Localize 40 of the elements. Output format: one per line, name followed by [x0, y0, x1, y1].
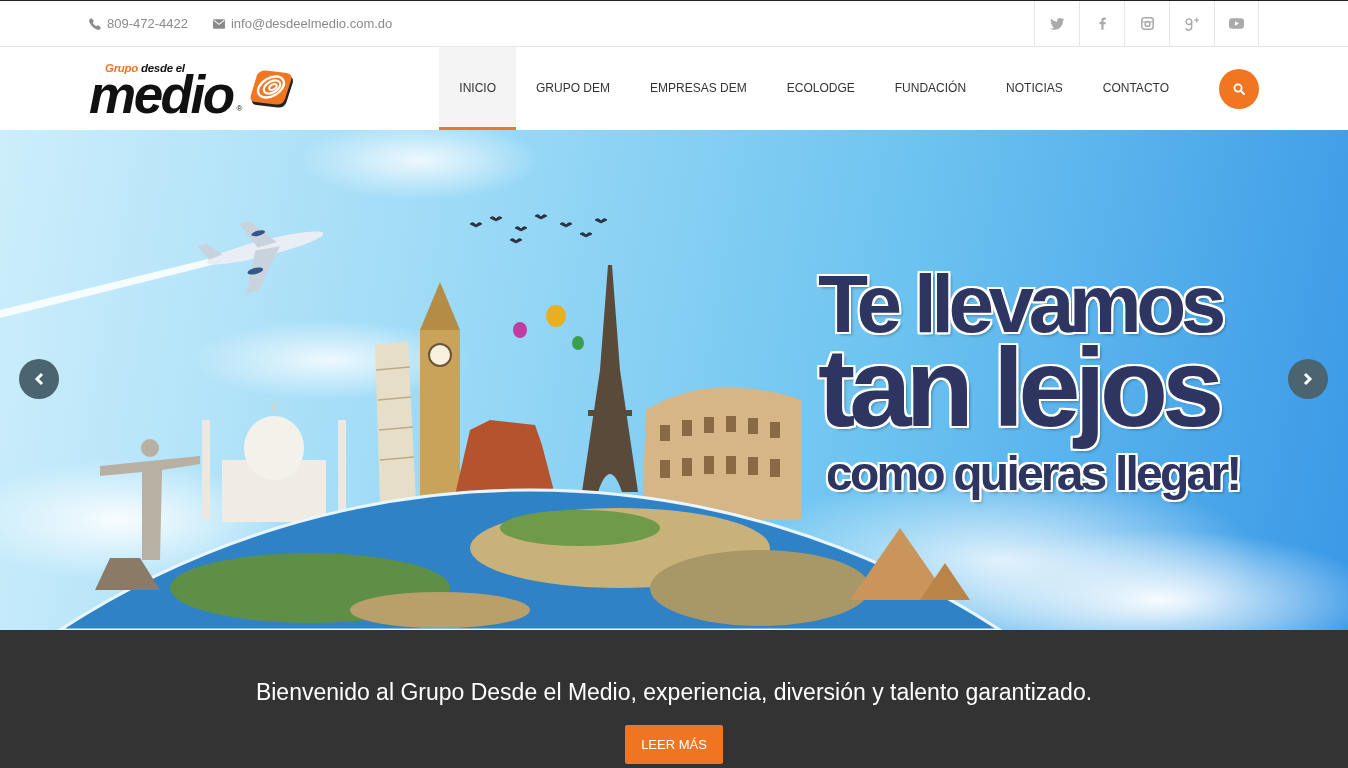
bird-icon [514, 226, 528, 232]
nav-link[interactable]: CONTACTO [1082, 47, 1189, 130]
nav-link[interactable]: FUNDACIÓN [874, 47, 987, 130]
logo-text: Grupo [105, 62, 138, 74]
welcome-message: Bienvenido al Grupo Desde el Medio, experiencia, diversión y talento garantizado. [255, 678, 1093, 707]
logo-text: desde el [141, 62, 185, 74]
banner-headline: tan lejos [817, 343, 1219, 452]
nav-link[interactable]: INICIO [439, 47, 517, 130]
facebook-icon [1098, 17, 1106, 30]
email-address: info@desdeelmedio.com.do [230, 16, 393, 31]
twitter-icon [1049, 17, 1065, 30]
phone-icon [89, 17, 101, 30]
search-icon [1233, 82, 1245, 95]
google-plus-icon [1184, 16, 1200, 31]
bird-icon [509, 238, 523, 244]
nav-link[interactable]: GRUPO DEM [516, 47, 631, 130]
nav-link[interactable]: NOTICIAS [986, 47, 1083, 130]
youtube-icon [1229, 18, 1244, 29]
nav-link[interactable]: EMPRESAS DEM [630, 47, 767, 130]
bird-icon [469, 222, 483, 228]
chevron-left-icon [34, 372, 44, 386]
chevron-right-icon [1303, 372, 1313, 386]
bird-icon [534, 214, 548, 220]
social-link[interactable] [1214, 1, 1259, 46]
search-button[interactable] [1219, 68, 1259, 109]
bird-icon [559, 222, 573, 228]
bird-icon [579, 232, 593, 238]
phone-number: 809-472-4422 [107, 16, 188, 31]
logo-icon [248, 67, 295, 110]
nav-link[interactable]: ECOLODGE [766, 47, 875, 130]
banner-headline: como quieras llegar! [825, 454, 1241, 502]
registered-mark: ® [236, 104, 243, 113]
bird-icon [594, 218, 608, 224]
instagram-icon [1140, 17, 1154, 30]
banner-headline: Te llevamos [817, 271, 1223, 337]
previous-slide-button[interactable] [19, 359, 59, 399]
mail-icon [212, 18, 225, 29]
logo-text: medio [89, 75, 235, 115]
bird-icon [489, 216, 503, 222]
next-slide-button[interactable] [1288, 359, 1328, 399]
